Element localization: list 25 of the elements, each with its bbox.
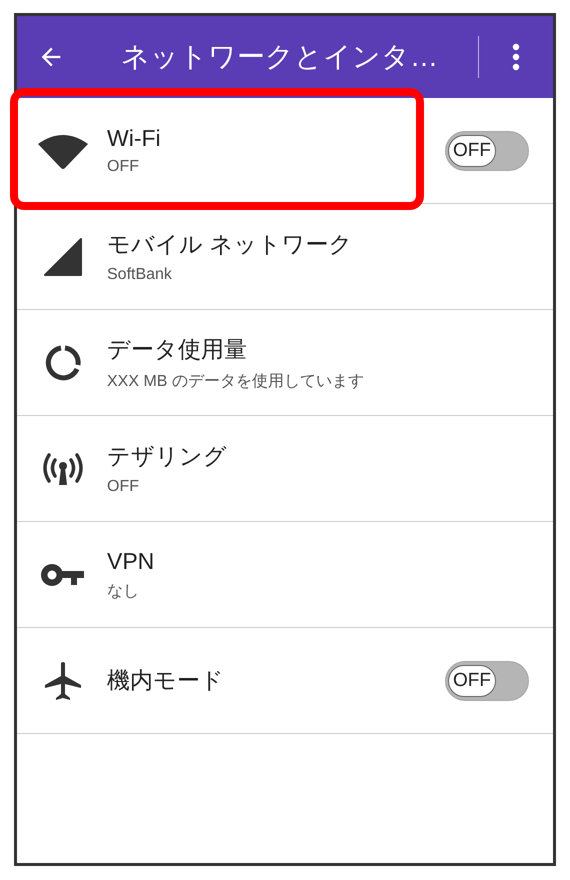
item-summary: XXX MB のデータを使用しています <box>107 372 365 392</box>
settings-item[interactable]: Wi-Fi OFF OFF <box>17 98 553 204</box>
screen-title: ネットワークとインタ… <box>121 40 439 74</box>
settings-item[interactable]: モバイル ネットワーク SoftBank <box>17 204 553 310</box>
settings-item[interactable]: テザリング OFF <box>17 416 553 522</box>
item-title: Wi-Fi <box>107 125 162 152</box>
settings-item[interactable]: VPN なし <box>17 522 553 628</box>
settings-item[interactable]: データ使用量 XXX MB のデータを使用しています <box>17 310 553 416</box>
airplane-icon <box>43 660 83 700</box>
item-summary: OFF <box>107 478 140 496</box>
item-summary: なし <box>107 582 140 602</box>
data-usage-icon <box>43 342 83 382</box>
item-title: VPN <box>107 548 156 574</box>
item-summary: SoftBank <box>107 266 173 284</box>
signal-icon <box>43 236 83 276</box>
settings-item[interactable]: 機内モード OFF <box>17 628 553 734</box>
toggle-switch[interactable]: OFF <box>445 130 529 170</box>
item-title: モバイル ネットワーク <box>107 230 354 259</box>
item-title: データ使用量 <box>107 334 248 364</box>
more-options-button[interactable] <box>511 43 521 71</box>
item-title: 機内モード <box>107 666 225 695</box>
key-icon <box>41 562 85 588</box>
toggle-switch[interactable]: OFF <box>445 660 529 700</box>
item-summary: OFF <box>107 158 140 176</box>
item-title: テザリング <box>107 442 228 471</box>
